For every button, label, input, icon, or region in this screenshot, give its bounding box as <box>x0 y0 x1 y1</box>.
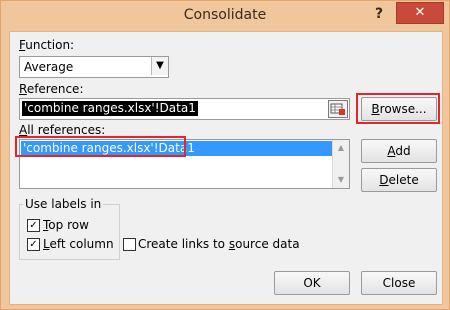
consolidate-dialog: Consolidate ? ✕ Function: Average ▼ Refe… <box>0 0 450 310</box>
top-row-label[interactable]: Top row <box>43 218 89 232</box>
dialog-body: Function: Average ▼ Reference: 'combine … <box>9 31 443 305</box>
ok-button[interactable]: OK <box>274 271 350 295</box>
reference-label: Reference: <box>19 82 84 96</box>
reference-value: 'combine ranges.xlsx'!Data1 <box>22 101 198 116</box>
function-value: Average <box>24 60 74 74</box>
checkmark-icon: ✓ <box>29 239 38 250</box>
close-window-button[interactable]: ✕ <box>396 2 444 24</box>
add-button[interactable]: Add <box>361 139 437 163</box>
scroll-down-icon[interactable]: ▼ <box>333 172 349 188</box>
use-labels-title: Use labels in <box>23 197 104 211</box>
function-dropdown[interactable]: Average ▼ <box>19 56 169 78</box>
close-button[interactable]: Close <box>361 271 437 295</box>
scroll-up-icon[interactable]: ▲ <box>333 140 349 156</box>
create-links-checkbox[interactable] <box>123 238 136 251</box>
left-column-checkbox[interactable]: ✓ <box>27 238 40 251</box>
list-scrollbar[interactable]: ▲ ▼ <box>332 140 349 188</box>
create-links-label[interactable]: Create links to source data <box>138 237 300 251</box>
range-select-icon[interactable] <box>328 100 348 118</box>
reference-input[interactable]: 'combine ranges.xlsx'!Data1 <box>19 98 350 120</box>
function-label: Function: <box>19 38 75 52</box>
title-bar: Consolidate ? ✕ <box>1 1 449 30</box>
checkmark-icon: ✓ <box>29 220 38 231</box>
delete-button[interactable]: Delete <box>361 168 437 192</box>
chevron-down-icon[interactable]: ▼ <box>151 57 168 75</box>
close-icon: ✕ <box>414 5 426 20</box>
help-button[interactable]: ? <box>369 4 389 24</box>
highlight-reference-item <box>15 136 186 157</box>
use-labels-group <box>19 204 120 260</box>
left-column-label[interactable]: Left column <box>43 237 114 251</box>
all-references-label: All references: <box>19 123 106 137</box>
highlight-browse <box>356 93 440 124</box>
top-row-checkbox[interactable]: ✓ <box>27 219 40 232</box>
